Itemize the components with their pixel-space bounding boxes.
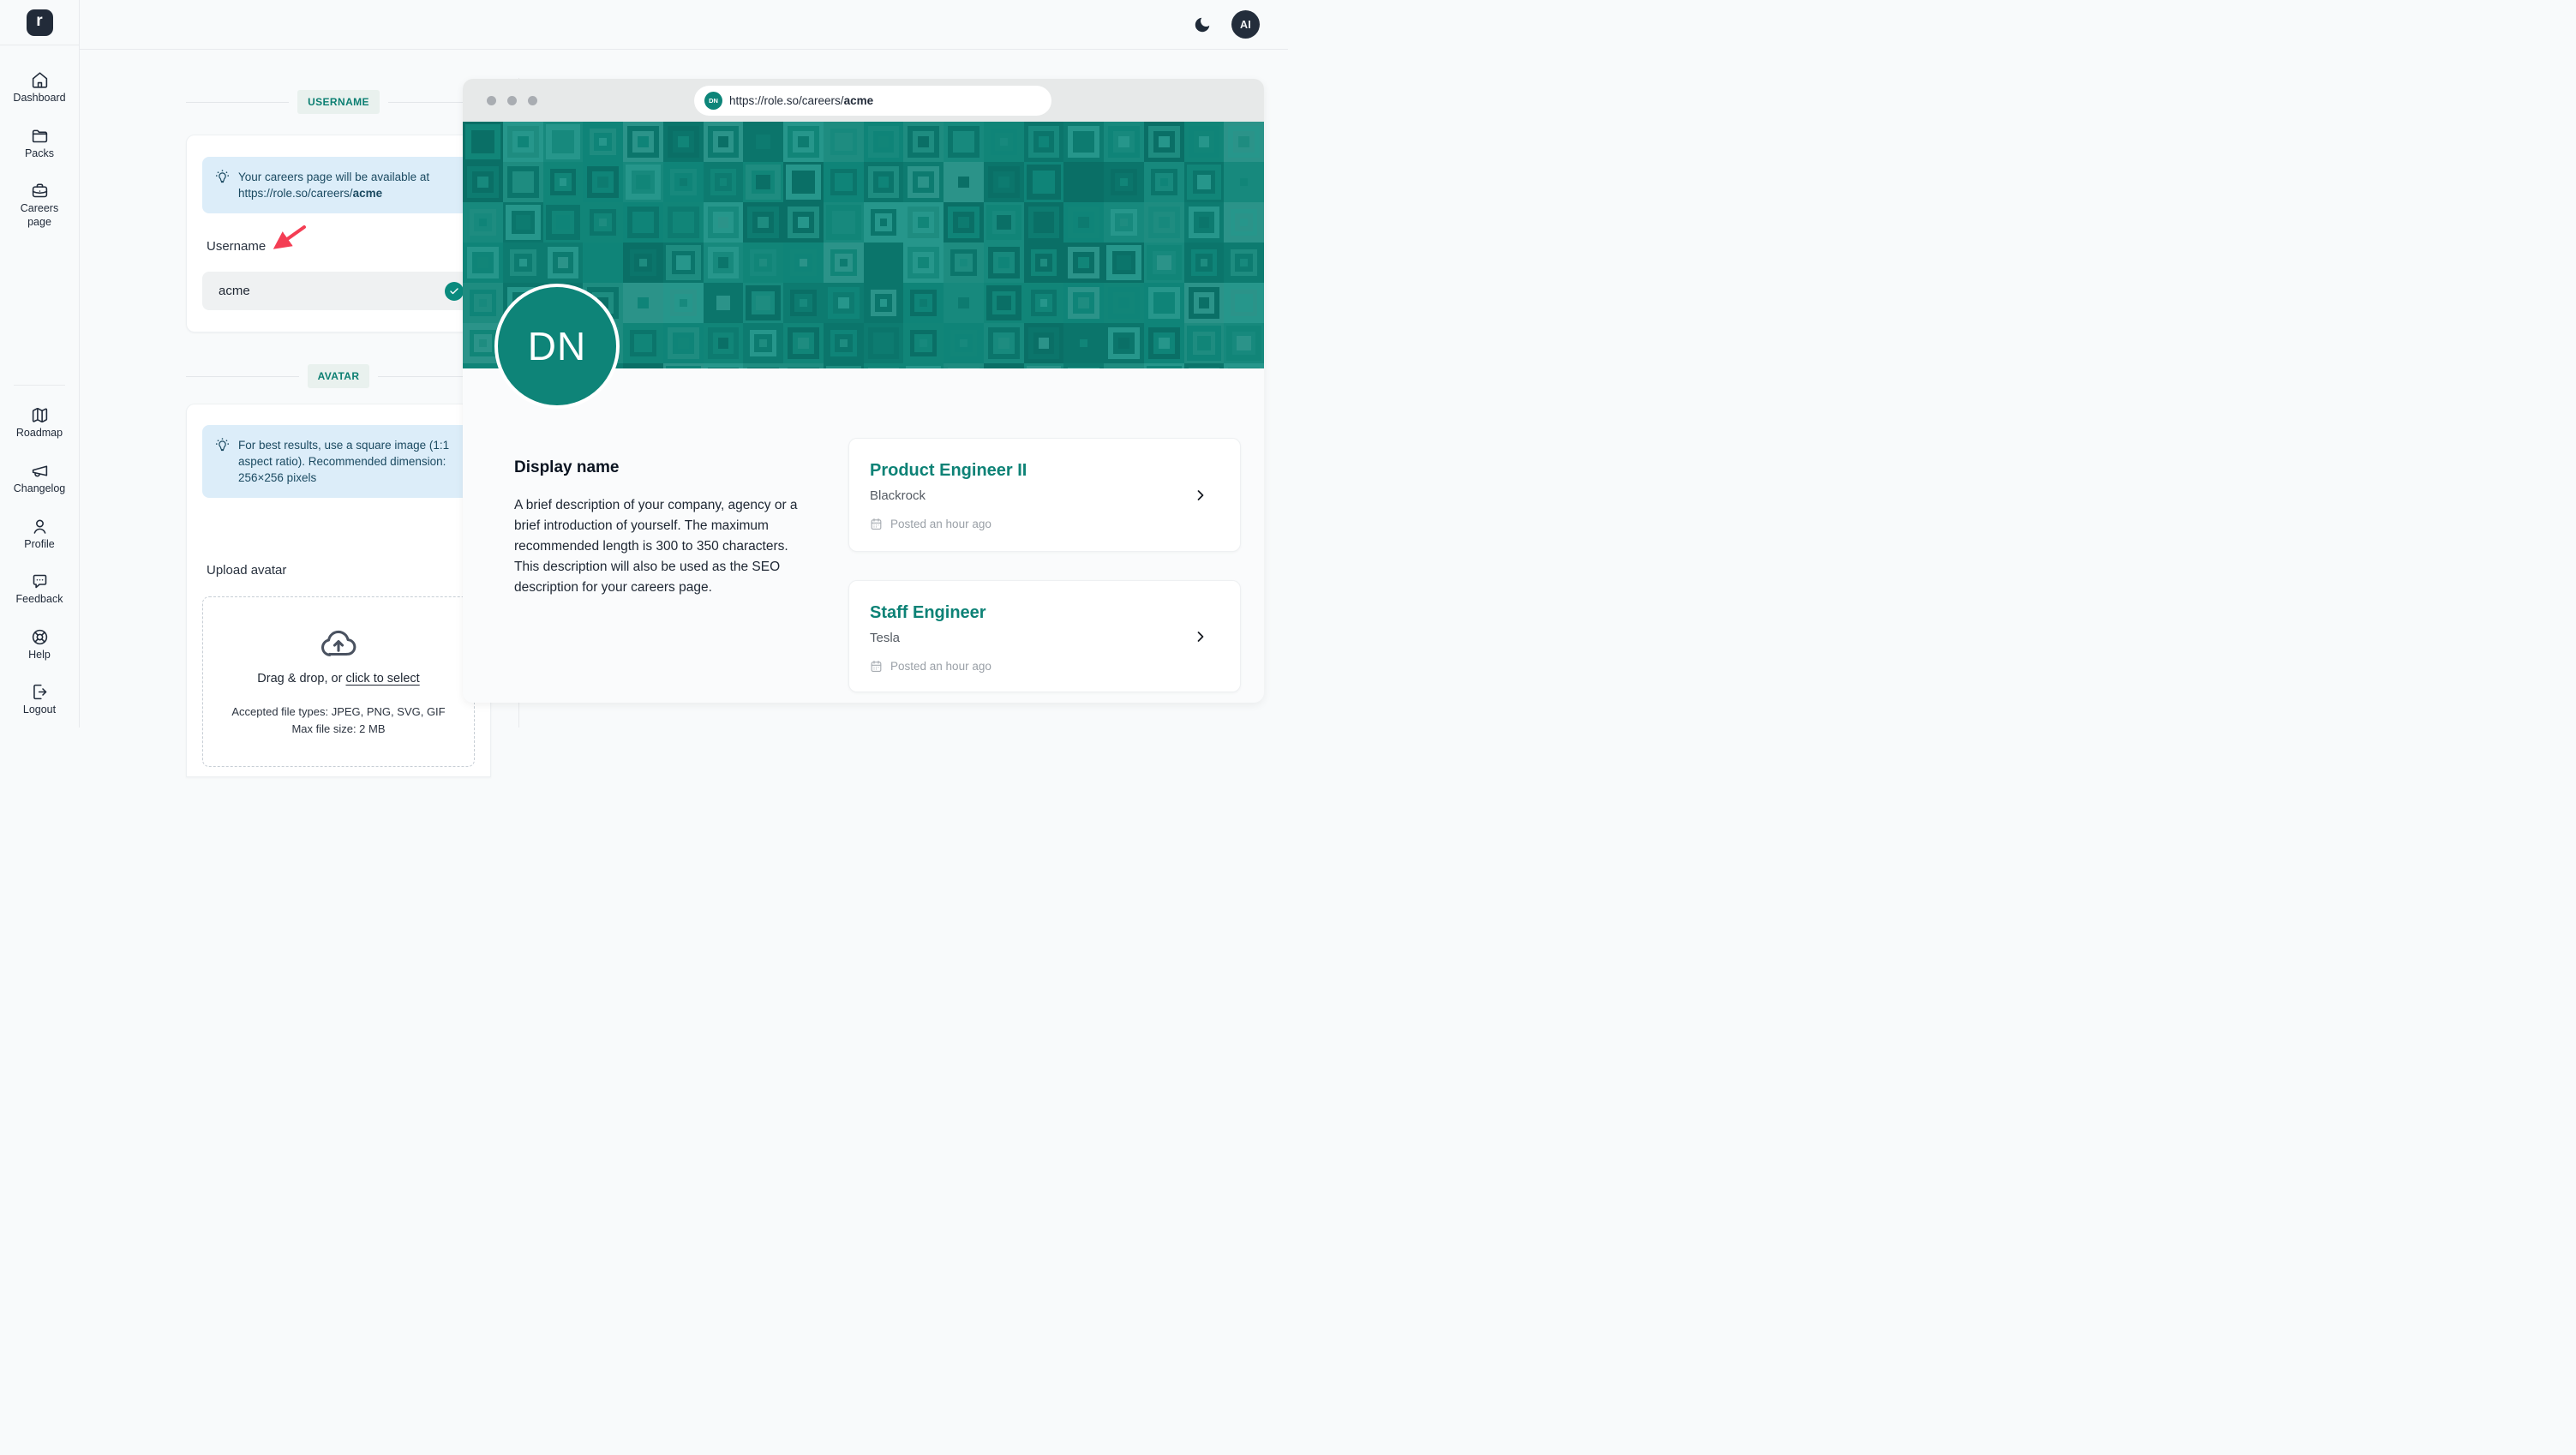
username-section-title: USERNAME [297, 90, 380, 114]
window-dot-icon [487, 96, 496, 105]
sidebar-item-label: Logout [23, 704, 56, 717]
lightbulb-icon [215, 438, 230, 486]
careers-page-preview: DN https://role.so/careers/acme DN Displ… [463, 79, 1264, 703]
sidebar-item-packs[interactable]: Packs [0, 127, 79, 161]
user-avatar[interactable]: AI [1231, 10, 1260, 39]
folder-icon [31, 127, 49, 145]
avatar-tip: For best results, use a square image (1:… [202, 425, 475, 498]
job-company: Tesla [870, 631, 1180, 645]
username-tip-text: Your careers page will be available at h… [238, 169, 462, 201]
avatar-tip-text: For best results, use a square image (1:… [238, 437, 462, 486]
user-icon [31, 518, 49, 536]
home-icon [31, 71, 49, 89]
topbar: AI [80, 0, 1288, 50]
dropzone-instruction: Drag & drop, or click to select [257, 672, 419, 686]
username-field-label: Username [207, 239, 266, 254]
accepted-file-types: Accepted file types: JPEG, PNG, SVG, GIF [231, 704, 445, 721]
calendar-icon [870, 660, 883, 673]
calendar-icon [870, 518, 883, 530]
logout-icon [31, 683, 49, 701]
company-avatar: DN [494, 284, 620, 409]
sidebar: r Dashboard Packs Careers page Roadmap C… [0, 0, 80, 728]
username-section-header: USERNAME [186, 90, 491, 114]
avatar-section-title: AVATAR [308, 364, 370, 388]
site-favicon: DN [704, 92, 722, 110]
sidebar-nav-primary: Dashboard Packs Careers page [0, 71, 79, 230]
avatar-card: For best results, use a square image (1:… [186, 404, 491, 777]
main-content: USERNAME Your careers page will be avail… [80, 50, 1288, 728]
megaphone-icon [31, 462, 49, 480]
sidebar-item-label: Feedback [16, 593, 63, 607]
chevron-right-icon[interactable] [1192, 487, 1209, 504]
job-posted-row: Posted an hour ago [870, 660, 1180, 673]
max-file-size: Max file size: 2 MB [231, 721, 445, 738]
job-posted-text: Posted an hour ago [890, 660, 991, 673]
browser-chrome: DN https://role.so/careers/acme [463, 79, 1264, 122]
job-posted-text: Posted an hour ago [890, 518, 991, 530]
username-input[interactable]: acme [202, 272, 475, 310]
sidebar-item-roadmap[interactable]: Roadmap [0, 406, 79, 440]
window-dot-icon [507, 96, 517, 105]
company-description: A brief description of your company, age… [514, 495, 816, 598]
sidebar-item-label: Packs [25, 147, 54, 161]
upload-avatar-label: Upload avatar [207, 563, 286, 578]
sidebar-item-logout[interactable]: Logout [0, 683, 79, 717]
username-card: Your careers page will be available at h… [186, 135, 491, 332]
click-to-select-link[interactable]: click to select [345, 672, 419, 686]
briefcase-icon [31, 182, 49, 200]
app-logo[interactable]: r [27, 9, 53, 36]
job-card[interactable]: Product Engineer II Blackrock Posted an … [848, 438, 1241, 552]
chat-bubble-icon [31, 572, 49, 590]
divider-line [186, 376, 299, 377]
sidebar-item-label: Help [28, 649, 51, 662]
divider-line [186, 102, 289, 103]
job-company: Blackrock [870, 488, 1180, 503]
username-tip: Your careers page will be available at h… [202, 157, 475, 213]
sidebar-item-changelog[interactable]: Changelog [0, 462, 79, 496]
dropzone-file-rules: Accepted file types: JPEG, PNG, SVG, GIF… [231, 704, 445, 738]
url-text: https://role.so/careers/acme [729, 94, 873, 107]
username-value: acme [219, 284, 445, 298]
sidebar-nav-secondary: Roadmap Changelog Profile Feedback Help … [0, 406, 79, 717]
check-icon [445, 282, 464, 301]
sidebar-header: r [0, 0, 79, 45]
sidebar-item-dashboard[interactable]: Dashboard [0, 71, 79, 105]
display-name-heading: Display name [514, 458, 620, 477]
avatar-dropzone[interactable]: Drag & drop, or click to select Accepted… [202, 596, 475, 767]
sidebar-item-label: Changelog [14, 482, 65, 496]
job-posted-row: Posted an hour ago [870, 518, 1180, 530]
sidebar-item-help[interactable]: Help [0, 628, 79, 662]
chevron-right-icon[interactable] [1192, 628, 1209, 645]
cloud-upload-icon [319, 626, 358, 661]
sidebar-item-label: Careers page [13, 202, 66, 229]
map-icon [31, 406, 49, 424]
browser-window-buttons [487, 79, 537, 122]
lightbulb-icon [215, 170, 230, 201]
sidebar-item-label: Roadmap [16, 427, 63, 440]
sidebar-item-careers-page[interactable]: Careers page [0, 182, 79, 229]
job-card[interactable]: Staff Engineer Tesla Posted an hour ago [848, 580, 1241, 692]
sidebar-item-profile[interactable]: Profile [0, 518, 79, 552]
sidebar-item-feedback[interactable]: Feedback [0, 572, 79, 607]
window-dot-icon [528, 96, 537, 105]
sidebar-divider [14, 385, 65, 386]
browser-url-bar: DN https://role.so/careers/acme [694, 86, 1051, 116]
moon-icon [1193, 15, 1212, 34]
job-title[interactable]: Staff Engineer [870, 603, 1180, 623]
sidebar-item-label: Profile [24, 538, 54, 552]
sidebar-item-label: Dashboard [13, 92, 65, 105]
dark-mode-toggle[interactable] [1191, 14, 1213, 36]
annotation-arrow-icon [262, 223, 309, 259]
avatar-section-header: AVATAR [186, 364, 491, 388]
job-title[interactable]: Product Engineer II [870, 461, 1180, 481]
life-buoy-icon [31, 628, 49, 646]
